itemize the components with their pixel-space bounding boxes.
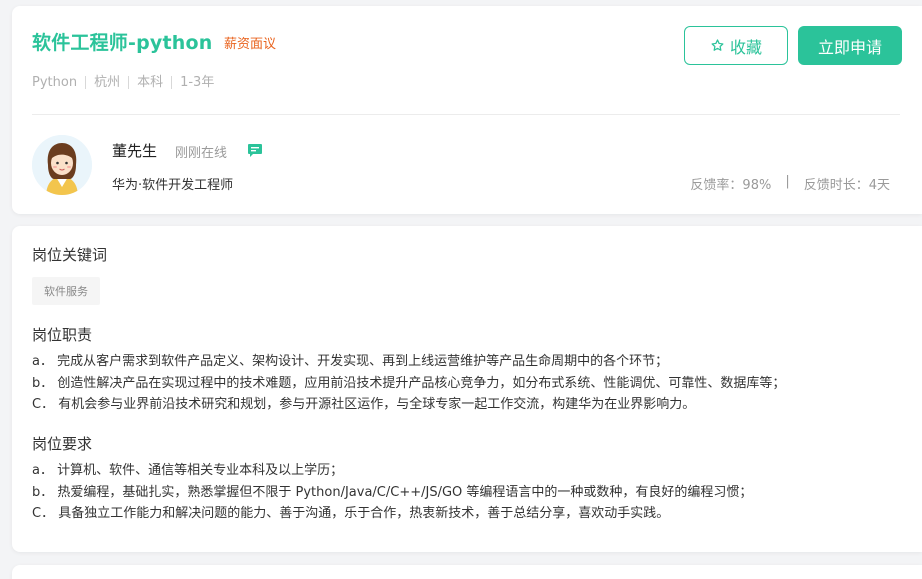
requirements-title: 岗位要求: [32, 435, 93, 453]
list-item: b． 创造性解决产品在实现过程中的技术难题，应用前沿技术提升产品核心竞争力，如分…: [32, 375, 786, 391]
recruiter-avatar[interactable]: [32, 135, 92, 195]
tag-skill: Python: [32, 75, 78, 90]
list-item: C． 有机会参与业界前沿技术研究和规划，参与开源社区运作，与全球专家一起工作交流…: [32, 397, 696, 412]
job-header-card: 软件工程师-python 薪资面议 Python 杭州 本科 1-3年 收藏 立…: [12, 6, 922, 214]
recruiter-company: 华为·软件开发工程师: [112, 178, 234, 193]
feedback-stats: 反馈率：98% | 反馈时长：4天: [690, 174, 890, 193]
duties-title: 岗位职责: [32, 326, 93, 344]
keyword-tag: 软件服务: [32, 277, 100, 305]
apply-button[interactable]: 立即申请: [798, 26, 902, 65]
divider: [32, 114, 900, 115]
salary-label: 薪资面议: [224, 37, 277, 52]
feedback-separator: |: [785, 174, 790, 189]
recruiter-name: 董先生: [112, 142, 158, 160]
tag-degree: 本科: [128, 76, 171, 89]
job-detail-card: 岗位关键词 软件服务 岗位职责 a． 完成从客户需求到软件产品定义、架构设计、开…: [12, 226, 922, 552]
feedback-rate: 反馈率：98%: [690, 178, 772, 193]
tag-city: 杭州: [85, 76, 128, 89]
list-item: b． 热爱编程，基础扎实，熟悉掌握但不限于 Python/Java/C/C++/…: [32, 484, 753, 500]
next-section-card: [12, 565, 922, 579]
avatar-illustration: [32, 135, 92, 195]
tag-experience: 1-3年: [171, 76, 222, 89]
online-status: 刚刚在线: [175, 146, 228, 161]
chat-icon[interactable]: [247, 142, 263, 158]
favorite-label: 收藏: [729, 37, 762, 57]
keywords-title: 岗位关键词: [32, 246, 108, 264]
list-item: a． 计算机、软件、通信等相关专业本科及以上学历；: [32, 463, 344, 478]
star-icon: [711, 39, 724, 51]
job-title: 软件工程师-python: [32, 32, 213, 54]
duties-list: a． 完成从客户需求到软件产品定义、架构设计、开发实现、再到上线运营维护等产品生…: [32, 351, 785, 416]
list-item: C． 具备独立工作能力和解决问题的能力、善于沟通，乐于合作，热衷新技术，善于总结…: [32, 506, 670, 521]
requirements-list: a． 计算机、软件、通信等相关专业本科及以上学历； b． 热爱编程，基础扎实，熟…: [32, 460, 752, 525]
list-item: a． 完成从客户需求到软件产品定义、架构设计、开发实现、再到上线运营维护等产品生…: [32, 354, 669, 369]
favorite-button[interactable]: 收藏: [684, 26, 788, 65]
job-tags: Python 杭州 本科 1-3年: [32, 76, 222, 89]
feedback-time: 反馈时长：4天: [803, 178, 890, 193]
